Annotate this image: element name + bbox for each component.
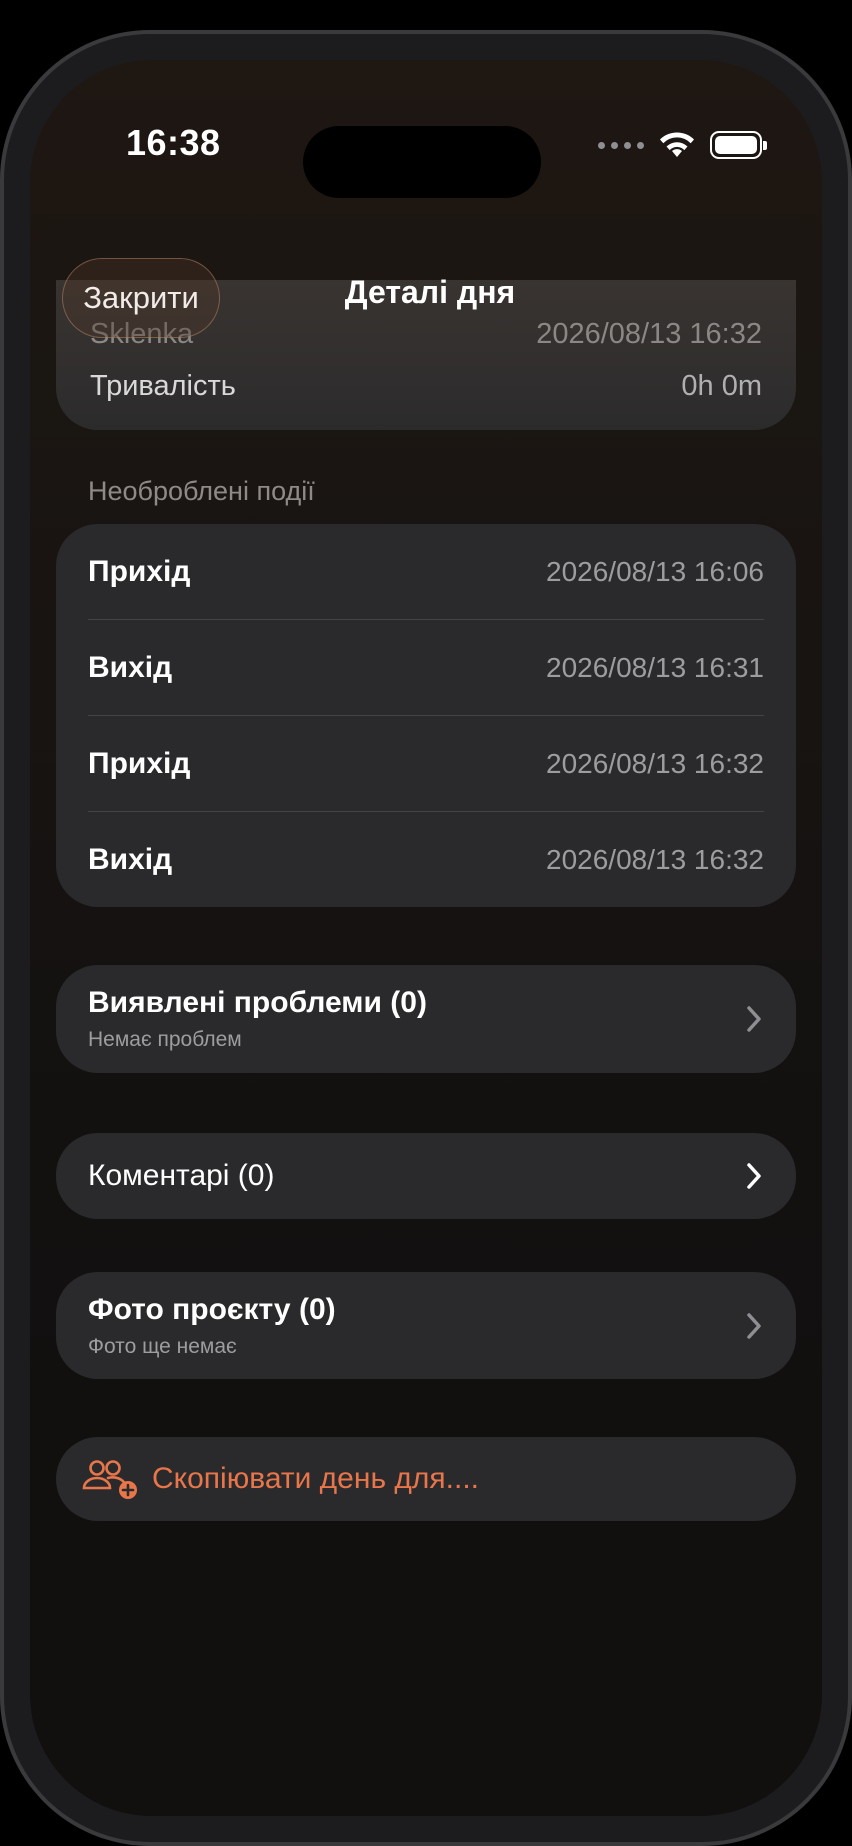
comments-title: Коментарі (0) — [88, 1159, 275, 1192]
raw-events-list: Прихід 2026/08/13 16:06 Вихід 2026/08/13… — [56, 524, 796, 907]
copy-day-button[interactable]: Скопіювати день для.... — [56, 1437, 796, 1521]
issues-title: Виявлені проблеми (0) — [88, 986, 427, 1019]
status-icons — [598, 130, 767, 160]
phone-frame: 16:38 Sklenka 2026/08/13 16:32 Триваліст… — [0, 30, 852, 1846]
battery-icon — [710, 131, 767, 159]
photos-subtitle: Фото ще немає — [88, 1334, 237, 1358]
event-time: 2026/08/13 16:32 — [546, 747, 764, 779]
photos-title: Фото проєкту (0) — [88, 1292, 336, 1326]
cellular-signal-icon — [598, 141, 644, 149]
page-title: Деталі дня — [344, 274, 516, 310]
list-item[interactable]: Вихід 2026/08/13 16:31 — [88, 620, 764, 715]
event-type: Прихід — [88, 554, 191, 588]
photos-row[interactable]: Фото проєкту (0) Фото ще немає — [56, 1272, 796, 1379]
summary-value: 0h 0m — [681, 370, 762, 402]
chevron-right-icon — [747, 1006, 761, 1032]
chevron-right-icon — [747, 1163, 761, 1189]
event-type: Прихід — [88, 746, 191, 780]
issues-subtitle: Немає проблем — [88, 1028, 242, 1051]
dynamic-island — [303, 126, 541, 198]
event-type: Вихід — [88, 650, 173, 684]
list-item[interactable]: Вихід 2026/08/13 16:32 — [88, 812, 764, 907]
summary-value: 2026/08/13 16:32 — [536, 318, 762, 350]
event-time: 2026/08/13 16:06 — [546, 555, 764, 587]
phone-bezel: 16:38 Sklenka 2026/08/13 16:32 Триваліст… — [4, 34, 848, 1842]
people-add-icon — [82, 1460, 137, 1499]
section-label-raw-events: Необроблені події — [88, 476, 315, 506]
screen: 16:38 Sklenka 2026/08/13 16:32 Триваліст… — [30, 60, 822, 1816]
event-type: Вихід — [88, 842, 173, 876]
wifi-icon — [660, 132, 694, 157]
list-item[interactable]: Прихід 2026/08/13 16:06 — [88, 524, 764, 619]
comments-row[interactable]: Коментарі (0) — [56, 1133, 796, 1219]
chevron-right-icon — [747, 1312, 761, 1339]
status-time: 16:38 — [126, 122, 221, 163]
list-item[interactable]: Прихід 2026/08/13 16:32 — [88, 716, 764, 811]
event-time: 2026/08/13 16:31 — [546, 651, 764, 683]
summary-row: Тривалість 0h 0m — [90, 370, 762, 403]
event-time: 2026/08/13 16:32 — [546, 843, 764, 875]
copy-day-label: Скопіювати день для.... — [152, 1462, 479, 1495]
summary-label: Тривалість — [90, 370, 236, 402]
issues-row[interactable]: Виявлені проблеми (0) Немає проблем — [56, 965, 796, 1073]
